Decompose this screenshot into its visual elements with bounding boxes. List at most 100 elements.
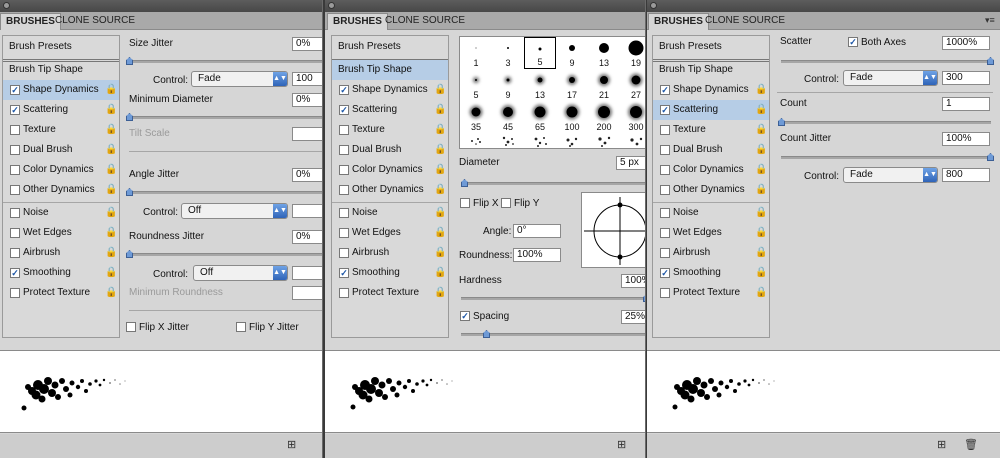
lock-icon[interactable]: 🔒 xyxy=(105,247,117,259)
sidebar-item-shape-dynamics[interactable]: ✓ Shape Dynamics 🔒 xyxy=(653,80,769,100)
color-dynamics-checkbox[interactable] xyxy=(660,165,670,175)
trash-icon[interactable]: 🗑 xyxy=(964,439,978,451)
protect-texture-checkbox[interactable] xyxy=(339,288,349,298)
sidebar-item-scattering[interactable]: ✓ Scattering 🔒 xyxy=(653,100,769,120)
lock-icon[interactable]: 🔒 xyxy=(434,207,446,219)
roundness-control-select[interactable]: Off ▲▼ xyxy=(193,265,288,281)
shape-dynamics-checkbox[interactable]: ✓ xyxy=(10,85,20,95)
minimum-diameter-field[interactable]: 0% xyxy=(292,93,322,107)
dual-brush-checkbox[interactable] xyxy=(660,145,670,155)
flip-y-jitter-checkbox[interactable] xyxy=(236,322,246,332)
slider-thumb[interactable] xyxy=(126,188,133,196)
lock-icon[interactable]: 🔒 xyxy=(434,84,446,96)
new-preset-icon[interactable]: ⊞ xyxy=(617,439,629,451)
sidebar-item-noise[interactable]: Noise 🔒 xyxy=(3,203,119,223)
flip-x-jitter-checkbox[interactable] xyxy=(126,322,136,332)
scattering-checkbox[interactable]: ✓ xyxy=(660,105,670,115)
lock-icon[interactable]: 🔒 xyxy=(105,84,117,96)
lock-icon[interactable]: 🔒 xyxy=(755,207,767,219)
tab-clone-source[interactable]: CLONE SOURCE xyxy=(700,13,790,30)
shape-dynamics-checkbox[interactable]: ✓ xyxy=(660,85,670,95)
texture-checkbox[interactable] xyxy=(10,125,20,135)
wet-edges-checkbox[interactable] xyxy=(339,228,349,238)
wet-edges-checkbox[interactable] xyxy=(10,228,20,238)
angle-control-select[interactable]: Off ▲▼ xyxy=(181,203,288,219)
tab-brushes[interactable]: BRUSHES xyxy=(327,13,388,30)
scatter-control-select[interactable]: Fade ▲▼ xyxy=(843,70,938,86)
window-button[interactable] xyxy=(3,2,10,9)
texture-checkbox[interactable] xyxy=(660,125,670,135)
lock-icon[interactable]: 🔒 xyxy=(434,184,446,196)
lock-icon[interactable]: 🔒 xyxy=(434,267,446,279)
sidebar-item-other-dynamics[interactable]: Other Dynamics 🔒 xyxy=(653,180,769,200)
airbrush-checkbox[interactable] xyxy=(660,248,670,258)
roundness-jitter-field[interactable]: 0% xyxy=(292,230,322,244)
lock-icon[interactable]: 🔒 xyxy=(755,227,767,239)
protect-texture-checkbox[interactable] xyxy=(660,288,670,298)
airbrush-checkbox[interactable] xyxy=(10,248,20,258)
smoothing-checkbox[interactable]: ✓ xyxy=(339,268,349,278)
angle-field[interactable]: 0° xyxy=(513,224,561,238)
brush-angle-icon[interactable] xyxy=(582,193,646,269)
new-preset-icon[interactable]: ⊞ xyxy=(937,439,949,451)
sidebar-item-color-dynamics[interactable]: Color Dynamics 🔒 xyxy=(332,160,448,180)
other-dynamics-checkbox[interactable] xyxy=(339,185,349,195)
sidebar-item-texture[interactable]: Texture 🔒 xyxy=(332,120,448,140)
scattering-checkbox[interactable]: ✓ xyxy=(339,105,349,115)
tab-clone-source[interactable]: CLONE SOURCE xyxy=(380,13,470,30)
brush-tip-soft-200[interactable]: 200 xyxy=(588,101,620,133)
angle-roundness-preview[interactable] xyxy=(581,192,646,269)
minimum-diameter-slider[interactable] xyxy=(126,113,322,121)
other-dynamics-checkbox[interactable] xyxy=(10,185,20,195)
lock-icon[interactable]: 🔒 xyxy=(755,184,767,196)
lock-icon[interactable]: 🔒 xyxy=(434,247,446,259)
protect-texture-checkbox[interactable] xyxy=(10,288,20,298)
smoothing-checkbox[interactable]: ✓ xyxy=(660,268,670,278)
diameter-field[interactable]: 5 px xyxy=(616,156,645,170)
slider-thumb[interactable] xyxy=(778,118,785,126)
brush-tip-soft-17[interactable]: 17 xyxy=(556,69,588,101)
brush-tip-soft-21[interactable]: 21 xyxy=(588,69,620,101)
noise-checkbox[interactable] xyxy=(660,208,670,218)
sidebar-item-wet-edges[interactable]: Wet Edges 🔒 xyxy=(332,223,448,243)
brush-tip-soft-5[interactable]: 5 xyxy=(460,69,492,101)
count-jitter-slider[interactable] xyxy=(781,153,994,161)
flip-y-checkbox[interactable] xyxy=(501,198,511,208)
scattering-checkbox[interactable]: ✓ xyxy=(10,105,20,115)
brush-tip-9[interactable]: 9 xyxy=(556,37,588,69)
texture-checkbox[interactable] xyxy=(339,125,349,135)
lock-icon[interactable]: 🔒 xyxy=(755,247,767,259)
brush-tip-soft-65[interactable]: 65 xyxy=(524,101,556,133)
sidebar-item-scattering[interactable]: ✓ Scattering 🔒 xyxy=(332,100,448,120)
size-jitter-field[interactable]: 0% xyxy=(292,37,322,51)
size-control-select[interactable]: Fade ▲▼ xyxy=(191,71,288,87)
noise-checkbox[interactable] xyxy=(339,208,349,218)
sidebar-item-other-dynamics[interactable]: Other Dynamics 🔒 xyxy=(332,180,448,200)
sidebar-item-smoothing[interactable]: ✓ Smoothing 🔒 xyxy=(3,263,119,283)
sidebar-item-smoothing[interactable]: ✓ Smoothing 🔒 xyxy=(332,263,448,283)
roundness-control-field[interactable] xyxy=(292,266,322,280)
lock-icon[interactable]: 🔒 xyxy=(755,267,767,279)
spacing-field[interactable]: 25% xyxy=(621,310,645,324)
lock-icon[interactable]: 🔒 xyxy=(434,227,446,239)
scatter-fade-field[interactable]: 300 xyxy=(942,71,990,85)
lock-icon[interactable]: 🔒 xyxy=(105,124,117,136)
brush-tip-5-selected[interactable]: 5 xyxy=(524,37,556,69)
slider-thumb[interactable] xyxy=(643,294,645,302)
slider-thumb[interactable] xyxy=(483,330,490,338)
noise-checkbox[interactable] xyxy=(10,208,20,218)
roundness-jitter-slider[interactable] xyxy=(126,250,322,258)
sidebar-item-brush-presets[interactable]: Brush Presets xyxy=(332,37,448,57)
lock-icon[interactable]: 🔒 xyxy=(105,164,117,176)
sidebar-item-protect-texture[interactable]: Protect Texture 🔒 xyxy=(3,283,119,303)
sidebar-item-brush-presets[interactable]: Brush Presets xyxy=(653,37,769,57)
sidebar-item-noise[interactable]: Noise 🔒 xyxy=(653,203,769,223)
brush-tip-13[interactable]: 13 xyxy=(588,37,620,69)
sidebar-item-brush-presets[interactable]: Brush Presets xyxy=(3,37,119,57)
lock-icon[interactable]: 🔒 xyxy=(755,84,767,96)
lock-icon[interactable]: 🔒 xyxy=(434,287,446,299)
sidebar-item-brush-tip-shape[interactable]: Brush Tip Shape xyxy=(3,60,119,80)
count-control-select[interactable]: Fade ▲▼ xyxy=(843,167,938,183)
angle-jitter-field[interactable]: 0% xyxy=(292,168,322,182)
sidebar-item-color-dynamics[interactable]: Color Dynamics 🔒 xyxy=(3,160,119,180)
